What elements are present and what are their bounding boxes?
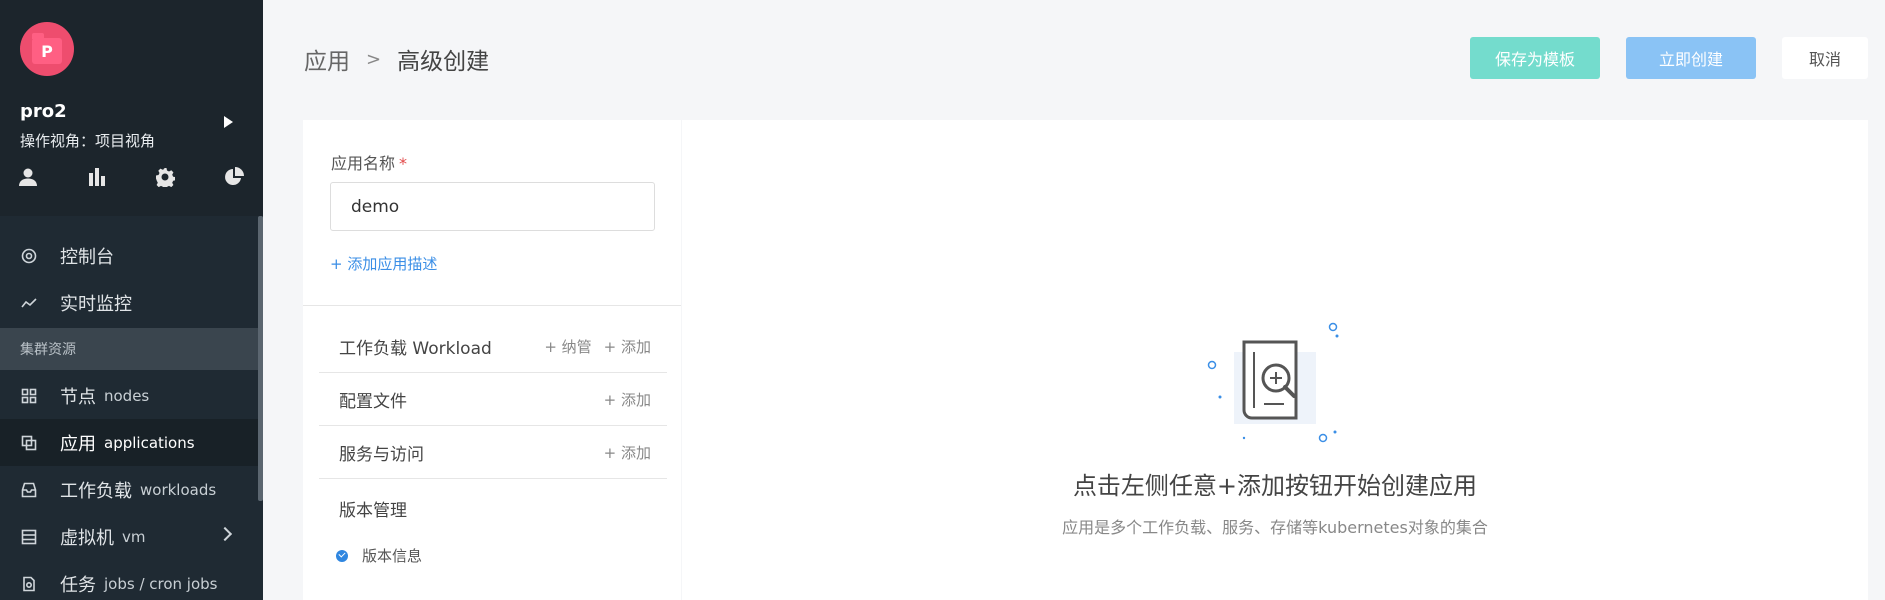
sidebar: P pro2 操作视角：项目视角 控制台 实时监控 集群资源 节点 nodes … [0,0,263,600]
breadcrumb-separator: > [366,48,382,70]
empty-document-search-icon [1207,322,1339,443]
sidebar-item-label: 节点 [60,386,96,408]
pie-chart-icon[interactable] [222,166,246,188]
sidebar-item-label: 任务 [60,574,96,596]
sidebar-item-en-label: jobs / cron jobs [104,574,218,593]
file-icon [20,575,38,593]
create-now-button[interactable]: 立即创建 [1626,37,1756,79]
sidebar-item-label: 虚拟机 [60,527,114,549]
gear-icon[interactable] [153,166,177,188]
app-name-label: 应用名称 * [331,150,407,174]
app-name-label-text: 应用名称 [331,154,396,173]
version-info-label: 版本信息 [362,547,423,565]
project-avatar-letter: P [32,33,62,64]
app-form-panel: 应用名称 * demo + 添加应用描述 工作负载 Workload + 纳管 +… [303,120,681,600]
sidebar-item-workloads[interactable]: 工作负载 workloads [0,466,258,513]
sidebar-group-cluster: 集群资源 [0,328,258,370]
app-name-input[interactable]: demo [330,182,655,231]
section-actions: + 添加 [604,442,651,463]
sidebar-item-dashboard[interactable]: 控制台 [0,232,258,279]
breadcrumb-parent[interactable]: 应用 [304,42,350,76]
copy-icon [20,434,38,452]
sidebar-item-applications[interactable]: 应用 applications [0,419,258,466]
grid-icon [20,387,38,405]
bar-chart-icon[interactable] [85,166,109,188]
add-button[interactable]: + 添加 [604,442,651,463]
project-header: P pro2 操作视角：项目视角 [0,0,263,216]
version-info-item[interactable]: 版本信息 [336,545,422,566]
section-actions: + 添加 [604,389,651,410]
section-row-config: 配置文件 + 添加 [319,373,667,426]
sidebar-item-vm[interactable]: 虚拟机 vm [0,513,258,560]
section-title: 服务与访问 [339,444,424,465]
sidebar-nav: 控制台 实时监控 集群资源 节点 nodes 应用 applications 工… [0,232,258,600]
divider [303,305,681,306]
sidebar-item-label: 实时监控 [60,293,132,315]
dashboard-icon [20,247,38,265]
sidebar-item-en-label: nodes [104,386,150,405]
user-icon[interactable] [16,166,40,188]
version-management-title: 版本管理 [339,501,407,521]
sidebar-item-label: 应用 [60,433,96,455]
add-description-link[interactable]: + 添加应用描述 [330,253,437,274]
sidebar-item-en-label: vm [122,527,146,546]
sidebar-item-jobs[interactable]: 任务 jobs / cron jobs [0,560,258,600]
section-title: 工作负载 Workload [339,338,492,359]
empty-state-subtitle: 应用是多个工作负载、服务、存储等kubernetes对象的集合 [1062,518,1488,537]
breadcrumb-current: 高级创建 [397,49,490,75]
project-avatar[interactable]: P [20,22,74,76]
inbox-icon [20,481,38,499]
adopt-button[interactable]: + 纳管 [544,336,591,357]
cancel-button[interactable]: 取消 [1782,37,1868,79]
add-button[interactable]: + 添加 [604,389,651,410]
sidebar-item-en-label: applications [104,433,195,452]
sidebar-item-label: 控制台 [60,246,114,268]
view-label: 操作视角：项目视角 [20,132,156,150]
sidebar-scrollbar[interactable] [258,216,263,501]
add-button[interactable]: + 添加 [604,336,651,357]
server-icon [20,528,38,546]
project-switch-arrow-icon[interactable] [224,116,233,128]
sidebar-item-en-label: workloads [140,480,217,499]
empty-state-title: 点击左侧任意+添加按钮开始创建应用 [1072,472,1478,500]
project-toolbar [16,166,246,188]
required-mark: * [399,154,408,173]
check-circle-icon [336,549,348,562]
section-row-service: 服务与访问 + 添加 [319,426,667,479]
section-actions: + 纳管 + 添加 [544,336,651,357]
save-as-template-button[interactable]: 保存为模板 [1470,37,1600,79]
trend-icon [20,294,38,312]
section-row-workload: 工作负载 Workload + 纳管 + 添加 [319,320,667,373]
project-name: pro2 [20,101,67,122]
sidebar-item-label: 工作负载 [60,480,132,502]
section-title: 配置文件 [339,391,407,412]
preview-panel: 点击左侧任意+添加按钮开始创建应用 应用是多个工作负载、服务、存储等kubern… [682,120,1868,600]
chevron-right-icon[interactable] [217,526,233,542]
sidebar-item-nodes[interactable]: 节点 nodes [0,372,258,419]
sidebar-item-monitor[interactable]: 实时监控 [0,279,258,326]
breadcrumb: 应用 > 高级创建 [304,42,489,76]
